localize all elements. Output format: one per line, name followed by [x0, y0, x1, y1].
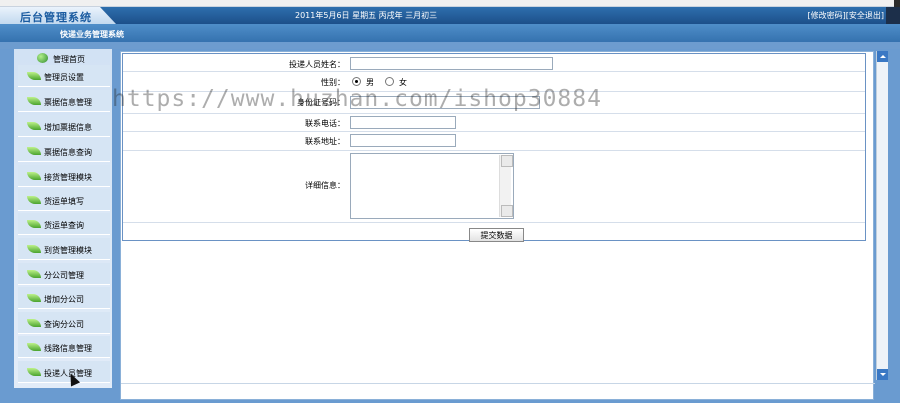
logo-tab: 后台管理系统 — [0, 7, 116, 24]
leaf-icon — [27, 319, 41, 327]
sidebar-home-label: 管理首页 — [53, 55, 85, 64]
address-input[interactable] — [350, 134, 456, 147]
row-name: 投递人员姓名： — [123, 56, 865, 72]
change-password-link[interactable]: [修改密码] — [808, 11, 846, 20]
date-display: 2011年5月6日 星期五 丙戌年 三月初三 — [295, 11, 438, 20]
app-header: 后台管理系统 2011年5月6日 星期五 丙戌年 三月初三 [修改密码][安全退… — [0, 7, 900, 24]
leaf-icon — [27, 294, 41, 302]
sidebar-item-ticket-add[interactable]: 增加票据信息 — [18, 115, 110, 137]
sidebar-item-arrival[interactable]: 到货管理模块 — [18, 238, 110, 260]
main-panel: 投递人员姓名： 性别： 男 女 身份证号码： 联系电话： 联系地址： 详细信息：… — [118, 49, 900, 403]
leaf-icon — [27, 220, 41, 228]
leaf-icon — [27, 368, 41, 376]
sidebar-menu: 管理首页 管理员设置 票据信息管理 增加票据信息 票据信息查询 接货管理模块 货… — [14, 49, 112, 388]
row-address: 联系地址： — [123, 132, 865, 151]
window-corner — [894, 0, 900, 7]
sidebar-item-label: 票据信息查询 — [44, 148, 92, 157]
header-stripe — [0, 42, 900, 49]
sidebar-item-label: 线路信息管理 — [44, 344, 92, 353]
submit-button[interactable]: 提交数据 — [469, 228, 524, 242]
id-number-input[interactable] — [350, 96, 540, 109]
browser-top-strip — [0, 0, 900, 7]
leaf-icon — [27, 196, 41, 204]
header-links: [修改密码][安全退出] — [808, 10, 885, 21]
content-frame: 投递人员姓名： 性别： 男 女 身份证号码： 联系电话： 联系地址： 详细信息：… — [120, 51, 875, 400]
sidebar-item-label: 票据信息管理 — [44, 98, 92, 107]
gender-male-radio[interactable] — [352, 77, 361, 86]
sidebar-item-label: 货运单填写 — [44, 197, 84, 206]
logout-link[interactable]: [安全退出] — [846, 11, 884, 20]
leaf-icon — [27, 270, 41, 278]
row-detail: 详细信息： — [123, 151, 865, 223]
phone-input[interactable] — [350, 116, 456, 129]
sidebar-item-courier-manage[interactable]: 投递人员管理 — [18, 361, 110, 383]
scroll-up-icon[interactable] — [877, 51, 888, 62]
id-label: 身份证号码： — [297, 98, 345, 107]
sidebar-item-label: 货运单查询 — [44, 221, 84, 230]
sidebar-item-route-manage[interactable]: 线路信息管理 — [18, 336, 110, 358]
sidebar-item-label: 到货管理模块 — [44, 246, 92, 255]
system-title: 快递业务管理系统 — [60, 30, 124, 39]
sidebar-item-waybill-query[interactable]: 货运单查询 — [18, 213, 110, 235]
row-gender: 性别： 男 女 — [123, 72, 865, 92]
courier-form: 投递人员姓名： 性别： 男 女 身份证号码： 联系电话： 联系地址： 详细信息：… — [122, 53, 866, 242]
footer-divider — [121, 383, 875, 384]
sidebar-home[interactable]: 管理首页 — [14, 53, 112, 65]
sidebar-item-branch-manage[interactable]: 分公司管理 — [18, 263, 110, 285]
leaf-icon — [27, 147, 41, 155]
gender-label: 性别： — [321, 78, 345, 87]
sidebar-item-label: 查询分公司 — [44, 320, 84, 329]
textarea-scrollbar[interactable] — [499, 155, 513, 217]
detail-textarea[interactable] — [350, 153, 514, 219]
gender-male-label: 男 — [366, 78, 374, 87]
sidebar-item-label: 增加分公司 — [44, 295, 84, 304]
row-phone: 联系电话： — [123, 114, 865, 132]
detail-label: 详细信息： — [305, 181, 345, 190]
header-edge — [886, 7, 900, 24]
sidebar-item-admin-settings[interactable]: 管理员设置 — [18, 65, 110, 87]
gender-female-radio[interactable] — [385, 77, 394, 86]
leaf-icon — [27, 122, 41, 130]
sidebar-item-branch-add[interactable]: 增加分公司 — [18, 287, 110, 309]
gender-female-label: 女 — [399, 78, 407, 87]
leaf-icon — [27, 172, 41, 180]
scroll-down-icon[interactable] — [877, 369, 888, 380]
name-label: 投递人员姓名： — [289, 60, 345, 69]
leaf-icon — [27, 343, 41, 351]
sidebar-item-waybill-fill[interactable]: 货运单填写 — [18, 189, 110, 211]
leaf-icon — [27, 97, 41, 105]
sidebar-item-ticket-query[interactable]: 票据信息查询 — [18, 140, 110, 162]
sidebar-item-ticket-manage[interactable]: 票据信息管理 — [18, 90, 110, 112]
title-bar: 快递业务管理系统 — [0, 24, 900, 42]
sidebar-item-label: 增加票据信息 — [44, 123, 92, 132]
leaf-icon — [27, 245, 41, 253]
home-globe-icon — [37, 53, 48, 63]
sidebar-item-label: 管理员设置 — [44, 73, 84, 82]
leaf-icon — [27, 72, 41, 80]
sidebar-item-branch-query[interactable]: 查询分公司 — [18, 312, 110, 334]
logo: 后台管理系统 — [20, 11, 92, 24]
sidebar-item-receiving[interactable]: 接货管理模块 — [18, 165, 110, 187]
courier-name-input[interactable] — [350, 57, 553, 70]
sidebar: 管理首页 管理员设置 票据信息管理 增加票据信息 票据信息查询 接货管理模块 货… — [0, 49, 118, 403]
sidebar-item-label: 分公司管理 — [44, 271, 84, 280]
page-scrollbar[interactable] — [876, 51, 888, 380]
sidebar-item-label: 接货管理模块 — [44, 173, 92, 182]
phone-label: 联系电话： — [305, 119, 345, 128]
address-label: 联系地址： — [305, 137, 345, 146]
row-id: 身份证号码： — [123, 92, 865, 114]
